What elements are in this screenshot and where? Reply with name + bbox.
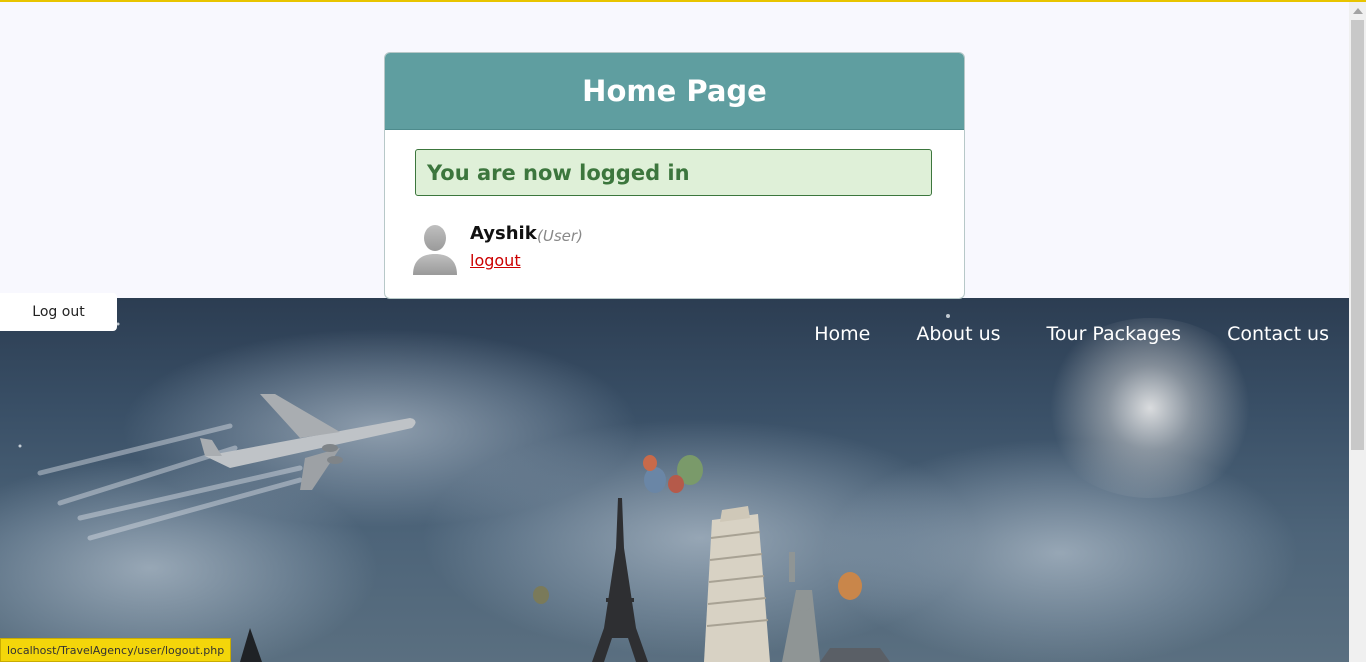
card-header: Home Page — [385, 53, 964, 130]
username: Ayshik — [470, 223, 537, 244]
leaning-tower-icon — [704, 506, 770, 662]
statue-of-liberty-icon — [782, 552, 820, 662]
home-card: Home Page You are now logged in Ayshik (… — [384, 52, 965, 299]
nav-contact-us[interactable]: Contact us — [1227, 323, 1329, 345]
nav-about-us[interactable]: About us — [916, 323, 1000, 345]
scroll-up-icon[interactable] — [1353, 8, 1363, 14]
top-border — [0, 0, 1366, 2]
eiffel-tower-icon — [592, 498, 648, 662]
success-message: You are now logged in — [427, 160, 690, 185]
user-avatar-icon — [413, 225, 457, 275]
nav-home[interactable]: Home — [814, 323, 870, 345]
vertical-scrollbar[interactable] — [1349, 2, 1366, 662]
scrollbar-thumb[interactable] — [1351, 20, 1364, 450]
hero-banner: Home About us Tour Packages Contact us — [0, 298, 1349, 662]
airplane-icon — [200, 394, 416, 490]
hot-air-balloon-icon — [533, 455, 862, 604]
travel-scene — [18, 314, 950, 662]
user-info: Ayshik (User) logout — [411, 221, 911, 277]
log-out-button[interactable]: Log out — [0, 293, 117, 331]
page-title: Home Page — [582, 74, 767, 108]
main-nav: Home About us Tour Packages Contact us — [768, 323, 1329, 345]
success-alert: You are now logged in — [415, 149, 932, 196]
logout-link[interactable]: logout — [470, 251, 521, 270]
user-role: (User) — [537, 227, 583, 245]
nav-tour-packages[interactable]: Tour Packages — [1047, 323, 1182, 345]
browser-viewport: Home Page You are now logged in Ayshik (… — [0, 0, 1366, 662]
status-bar-url: localhost/TravelAgency/user/logout.php — [0, 638, 232, 662]
